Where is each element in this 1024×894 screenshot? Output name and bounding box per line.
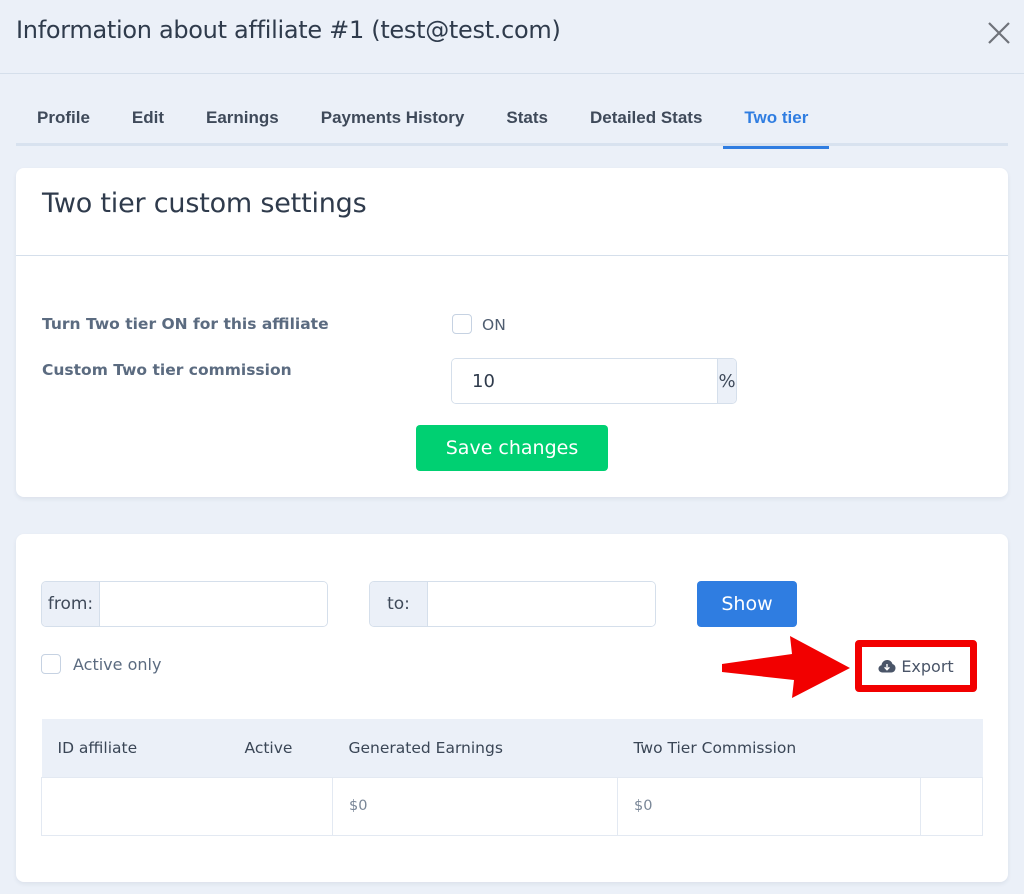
tab-detailed-stats[interactable]: Detailed Stats [569,100,723,146]
report-card: from: to: Show Active only Export ID aff… [16,534,1008,882]
settings-title: Two tier custom settings [42,188,367,219]
col-generated-earnings[interactable]: Generated Earnings [332,719,618,777]
close-icon [988,22,1010,44]
commission-input[interactable] [452,359,717,403]
tab-earnings[interactable]: Earnings [185,100,300,146]
commission-input-group: % [451,358,737,404]
active-only-checkbox[interactable] [41,654,61,674]
cell-active [228,776,333,836]
from-label: from: [42,582,100,626]
save-changes-button[interactable]: Save changes [416,425,608,471]
tab-edit[interactable]: Edit [111,100,185,146]
cell-two-tier-commission: $0 [617,776,921,836]
col-actions [920,719,983,777]
two-tier-report-table: ID affiliate Active Generated Earnings T… [41,719,983,836]
from-date-input[interactable] [100,582,327,626]
export-label: Export [901,656,954,676]
cell-id-affiliate [41,776,229,836]
cell-generated-earnings: $0 [332,776,618,836]
two-tier-on-checkbox[interactable] [452,314,472,334]
annotation-arrow [722,636,850,698]
tab-bar: Profile Edit Earnings Payments History S… [16,100,1008,149]
col-id-affiliate[interactable]: ID affiliate [41,719,229,777]
col-two-tier-commission[interactable]: Two Tier Commission [617,719,921,777]
settings-card-header: Two tier custom settings [16,168,1008,256]
close-button[interactable] [986,20,1012,46]
table-header-row: ID affiliate Active Generated Earnings T… [41,719,983,777]
two-tier-on-checkbox-label: ON [482,316,506,334]
export-button[interactable]: Export [867,652,965,680]
cell-actions [920,776,983,836]
tab-two-tier[interactable]: Two tier [723,100,830,149]
to-label: to: [370,582,428,626]
settings-card: Two tier custom settings Turn Two tier O… [16,168,1008,497]
tab-payments-history[interactable]: Payments History [300,100,486,146]
show-button[interactable]: Show [697,581,797,627]
tab-stats[interactable]: Stats [485,100,569,146]
to-date-input[interactable] [428,582,655,626]
col-active[interactable]: Active [228,719,333,777]
modal-title: Information about affiliate #1 (test@tes… [16,16,561,44]
table-row: $0 $0 [41,776,983,836]
tab-profile[interactable]: Profile [16,100,111,146]
to-date-group: to: [369,581,656,627]
two-tier-toggle-label: Turn Two tier ON for this affiliate [42,315,329,333]
commission-label: Custom Two tier commission [42,361,292,379]
active-only-label: Active only [73,655,162,674]
modal-header: Information about affiliate #1 (test@tes… [0,0,1024,74]
percent-addon: % [717,359,736,403]
from-date-group: from: [41,581,328,627]
cloud-download-icon [878,660,896,673]
